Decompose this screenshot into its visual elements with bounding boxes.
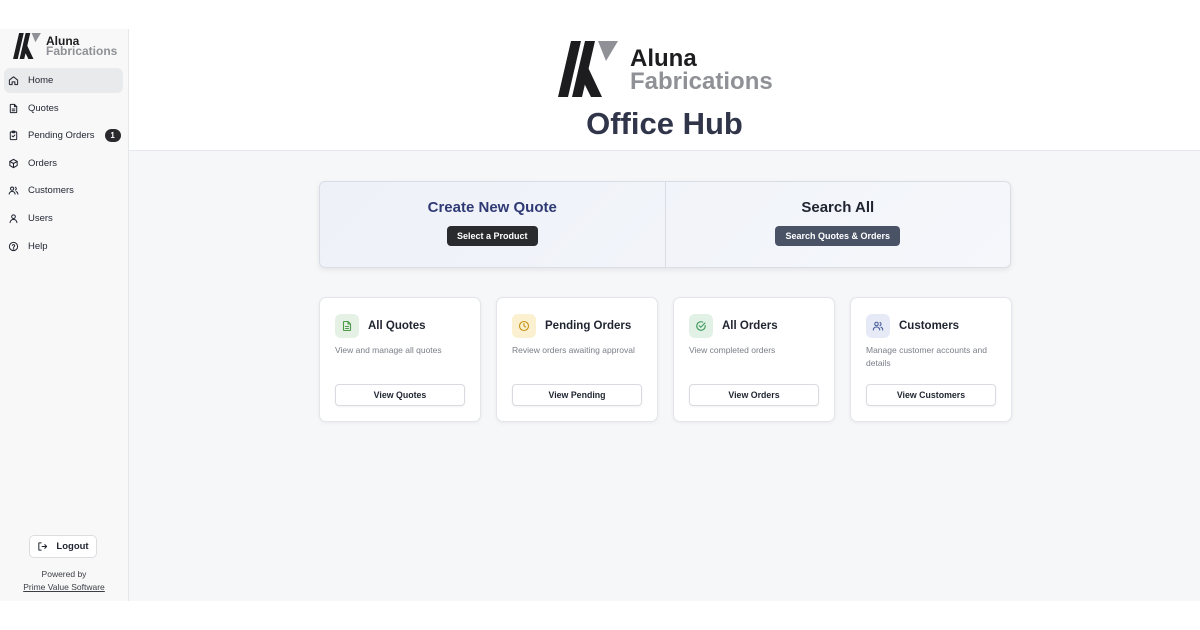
app-window: Aluna Fabrications Home Quotes Pending O…: [0, 29, 1200, 601]
sidebar-item-label: Help: [28, 240, 48, 252]
sidebar-item-label: Pending Orders: [28, 130, 95, 142]
view-quotes-button[interactable]: View Quotes: [335, 384, 465, 406]
sidebar-item-users[interactable]: Users: [4, 206, 123, 231]
hero-header: Aluna Fabrications Office Hub: [129, 29, 1200, 151]
aluna-logo-icon: [13, 32, 41, 59]
card-description: Review orders awaiting approval: [512, 345, 635, 355]
sidebar-item-customers[interactable]: Customers: [4, 178, 123, 203]
sidebar-item-label: Users: [28, 212, 53, 224]
view-orders-button[interactable]: View Orders: [689, 384, 819, 406]
sidebar-item-label: Quotes: [28, 102, 59, 114]
sidebar-item-orders[interactable]: Orders: [4, 151, 123, 176]
logout-icon: [37, 541, 48, 552]
sidebar-item-help[interactable]: Help: [4, 234, 123, 259]
card-pending-orders: Pending Orders Review orders awaiting ap…: [496, 297, 658, 422]
sidebar-item-label: Home: [28, 75, 54, 86]
sidebar: Aluna Fabrications Home Quotes Pending O…: [0, 29, 129, 601]
check-circle-icon: [689, 314, 713, 338]
logout-button[interactable]: Logout: [29, 535, 97, 558]
clock-icon: [512, 314, 536, 338]
powered-by-footer: Powered by Prime Value Software: [0, 568, 128, 593]
hero-logo: Aluna Fabrications: [558, 41, 773, 97]
sidebar-item-label: Orders: [28, 157, 58, 169]
powered-by-text: Powered by: [41, 569, 87, 579]
view-pending-button[interactable]: View Pending: [512, 384, 642, 406]
search-all-section: Search All Search Quotes & Orders: [664, 182, 1011, 267]
card-title: All Quotes: [368, 320, 426, 332]
sidebar-item-home[interactable]: Home: [4, 68, 123, 93]
pending-count-badge: 1: [104, 129, 121, 143]
card-title: Customers: [899, 320, 960, 332]
brand-name-line2: Fabrications: [630, 68, 773, 95]
search-all-title: Search All: [801, 199, 875, 216]
main-content: Aluna Fabrications Office Hub Create New…: [129, 29, 1200, 601]
card-title: Pending Orders: [545, 320, 632, 332]
card-all-orders: All Orders View completed orders View Or…: [673, 297, 835, 422]
card-description: View and manage all quotes: [335, 345, 442, 355]
aluna-logo-icon: [558, 41, 618, 97]
card-description: Manage customer accounts and details: [866, 345, 987, 368]
search-quotes-orders-button[interactable]: Search Quotes & Orders: [775, 226, 901, 246]
page-title: Office Hub: [586, 106, 743, 141]
brand-name-line1: Aluna: [630, 45, 697, 72]
users-icon: [866, 314, 890, 338]
clipboard-icon: [8, 130, 19, 141]
logout-label: Logout: [56, 541, 89, 552]
user-icon: [8, 213, 19, 224]
summary-cards: All Quotes View and manage all quotes Vi…: [319, 297, 1012, 422]
sidebar-item-label: Customers: [28, 185, 74, 197]
sidebar-nav: Home Quotes Pending Orders 1 Orders Cust…: [0, 68, 128, 259]
quick-actions-panel: Create New Quote Select a Product Search…: [319, 181, 1011, 268]
help-circle-icon: [8, 241, 19, 252]
card-title: All Orders: [722, 320, 778, 332]
card-description: View completed orders: [689, 345, 776, 355]
select-product-button[interactable]: Select a Product: [446, 226, 538, 246]
view-customers-button[interactable]: View Customers: [866, 384, 996, 406]
users-icon: [8, 185, 19, 196]
create-quote-title: Create New Quote: [427, 199, 557, 216]
powered-by-link[interactable]: Prime Value Software: [23, 582, 105, 592]
sidebar-item-quotes[interactable]: Quotes: [4, 96, 123, 121]
card-customers: Customers Manage customer accounts and d…: [850, 297, 1012, 422]
create-quote-section: Create New Quote Select a Product: [320, 182, 665, 267]
sidebar-logo[interactable]: Aluna Fabrications: [0, 29, 128, 59]
document-icon: [335, 314, 359, 338]
document-icon: [8, 103, 19, 114]
package-icon: [8, 158, 19, 169]
brand-name-line2: Fabrications: [46, 43, 118, 58]
home-icon: [8, 75, 19, 86]
card-all-quotes: All Quotes View and manage all quotes Vi…: [319, 297, 481, 422]
sidebar-item-pending-orders[interactable]: Pending Orders 1: [4, 123, 123, 148]
